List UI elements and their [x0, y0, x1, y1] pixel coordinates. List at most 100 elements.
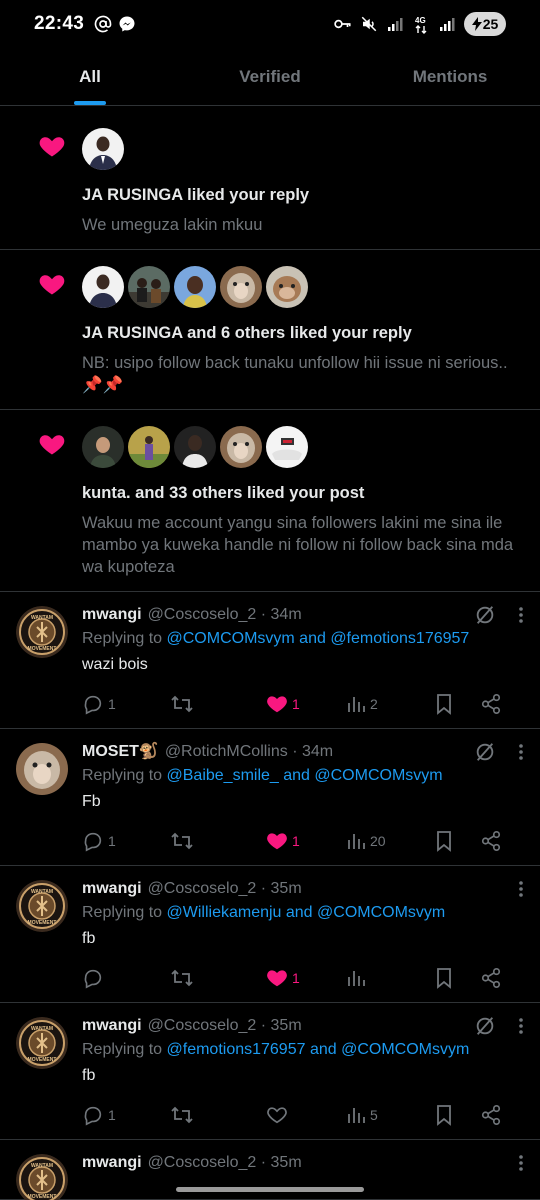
views-button[interactable]: 5 [346, 1105, 434, 1125]
reply-button[interactable]: 1 [82, 1104, 170, 1126]
notifications-feed: JA RUSINGA liked your reply We umeguza l… [0, 112, 540, 1200]
share-button[interactable] [480, 967, 502, 989]
tweet-text: Fb [82, 793, 101, 810]
tweet-handle-time: @Coscoselo_2 · 35m [147, 880, 302, 897]
views-button[interactable] [346, 968, 434, 988]
avatar[interactable] [220, 266, 262, 308]
bookmark-button[interactable] [434, 1104, 480, 1126]
notification-body: NB: usipo follow back tunaku unfollow hi… [82, 354, 508, 394]
heart-icon [267, 1107, 287, 1124]
grok-icon[interactable] [474, 741, 496, 763]
svg-text:MOVEMENT: MOVEMENT [28, 1057, 57, 1063]
avatar[interactable] [82, 128, 124, 170]
views-button[interactable]: 20 [346, 831, 434, 851]
battery-indicator: 25 [464, 12, 506, 36]
reply-icon [84, 1106, 102, 1126]
tweet-author-name[interactable]: mwangi [82, 878, 142, 900]
tweet[interactable]: WANTAM MOVEMENT mwangi @Coscoselo_2 · 35m… [0, 1003, 540, 1140]
heart-icon [39, 137, 65, 157]
tweet-handle-time: @Coscoselo_2 · 35m [147, 1017, 302, 1034]
heart-icon [267, 696, 287, 713]
like-button[interactable]: 1 [266, 693, 346, 715]
tweet-author-name[interactable]: mwangi [82, 1152, 142, 1174]
avatar[interactable] [128, 266, 170, 308]
4g-icon: 4G [412, 15, 430, 34]
home-indicator[interactable] [176, 1187, 364, 1192]
tweet-handle-time: @Coscoselo_2 · 35m [147, 1154, 302, 1171]
tweet-handle-time: @RotichMCollins · 34m [164, 743, 334, 760]
avatar[interactable] [82, 426, 124, 468]
svg-text:MOVEMENT: MOVEMENT [28, 646, 57, 652]
avatar[interactable] [266, 266, 308, 308]
replying-to: Replying to @femotions176957 and @COMCOM… [82, 1039, 524, 1061]
tab-verified[interactable]: Verified [180, 48, 360, 105]
share-icon [481, 1105, 501, 1125]
grok-icon[interactable] [474, 1015, 496, 1037]
replying-prefix: Replying to [82, 1041, 167, 1058]
tab-all[interactable]: All [0, 48, 180, 105]
avatar[interactable]: WANTAM MOVEMENT [16, 1154, 68, 1200]
grok-icon[interactable] [474, 604, 496, 626]
more-icon[interactable] [518, 606, 524, 624]
reply-mentions-link[interactable]: @COMCOMsvym and @femotions176957 [167, 630, 470, 647]
svg-text:4G: 4G [415, 16, 426, 25]
status-time: 22:43 [34, 13, 85, 34]
like-notification[interactable]: JA RUSINGA and 6 others liked your reply… [0, 250, 540, 410]
bookmark-icon [437, 968, 451, 989]
like-button[interactable]: 1 [266, 830, 346, 852]
avatar[interactable] [16, 743, 68, 795]
tweet-author-name[interactable]: mwangi [82, 1015, 142, 1037]
avatar[interactable]: WANTAM MOVEMENT [16, 1017, 68, 1069]
more-icon[interactable] [518, 743, 524, 761]
retweet-button[interactable] [170, 830, 266, 852]
tweet[interactable]: WANTAM MOVEMENT mwangi @Coscoselo_2 · 34m… [0, 592, 540, 729]
share-button[interactable] [480, 693, 502, 715]
like-notification[interactable]: JA RUSINGA liked your reply We umeguza l… [0, 112, 540, 250]
avatar[interactable] [82, 266, 124, 308]
tab-mentions[interactable]: Mentions [360, 48, 540, 105]
reply-mentions-link[interactable]: @Williekamenju and @COMCOMsvym [167, 904, 446, 921]
views-button[interactable]: 2 [346, 694, 434, 714]
avatar[interactable] [220, 426, 262, 468]
more-icon[interactable] [518, 1017, 524, 1035]
tweet-author-name[interactable]: MOSET🐒 [82, 741, 159, 763]
share-button[interactable] [480, 1104, 502, 1126]
tweet-text: fb [82, 930, 96, 947]
tweet[interactable]: MOSET🐒 @RotichMCollins · 34m Replying to… [0, 729, 540, 866]
reply-count: 1 [108, 696, 116, 712]
bookmark-button[interactable] [434, 830, 480, 852]
reply-button[interactable]: 1 [82, 830, 170, 852]
retweet-button[interactable] [170, 1104, 266, 1126]
views-icon [348, 1108, 365, 1123]
like-count: 1 [292, 970, 300, 986]
avatar[interactable] [174, 426, 216, 468]
bookmark-button[interactable] [434, 693, 480, 715]
reply-button[interactable] [82, 967, 170, 989]
svg-text:WANTAM: WANTAM [31, 1026, 53, 1032]
reply-mentions-link[interactable]: @Baibe_smile_ and @COMCOMsvym [167, 767, 443, 784]
tweet[interactable]: WANTAM MOVEMENT mwangi @Coscoselo_2 · 35m… [0, 866, 540, 1003]
avatar[interactable] [128, 426, 170, 468]
reply-mentions-link[interactable]: @femotions176957 and @COMCOMsvym [167, 1041, 470, 1058]
share-button[interactable] [480, 830, 502, 852]
bookmark-button[interactable] [434, 967, 480, 989]
tweet-actions: 1 1 20 [82, 827, 524, 855]
reply-icon [84, 695, 102, 715]
like-notification[interactable]: kunta. and 33 others liked your post Wak… [0, 410, 540, 592]
avatar[interactable]: WANTAM MOVEMENT [16, 880, 68, 932]
share-icon [481, 694, 501, 714]
reply-button[interactable]: 1 [82, 693, 170, 715]
avatar[interactable] [266, 426, 308, 468]
avatar[interactable] [174, 266, 216, 308]
retweet-button[interactable] [170, 967, 266, 989]
bookmark-icon [437, 831, 451, 852]
replying-to: Replying to @Baibe_smile_ and @COMCOMsvy… [82, 765, 524, 787]
like-count: 1 [292, 833, 300, 849]
retweet-button[interactable] [170, 693, 266, 715]
avatar[interactable]: WANTAM MOVEMENT [16, 606, 68, 658]
like-button[interactable]: 1 [266, 967, 346, 989]
tweet-author-name[interactable]: mwangi [82, 604, 142, 626]
more-icon[interactable] [518, 880, 524, 898]
like-button[interactable] [266, 1104, 346, 1126]
more-icon[interactable] [518, 1154, 524, 1172]
